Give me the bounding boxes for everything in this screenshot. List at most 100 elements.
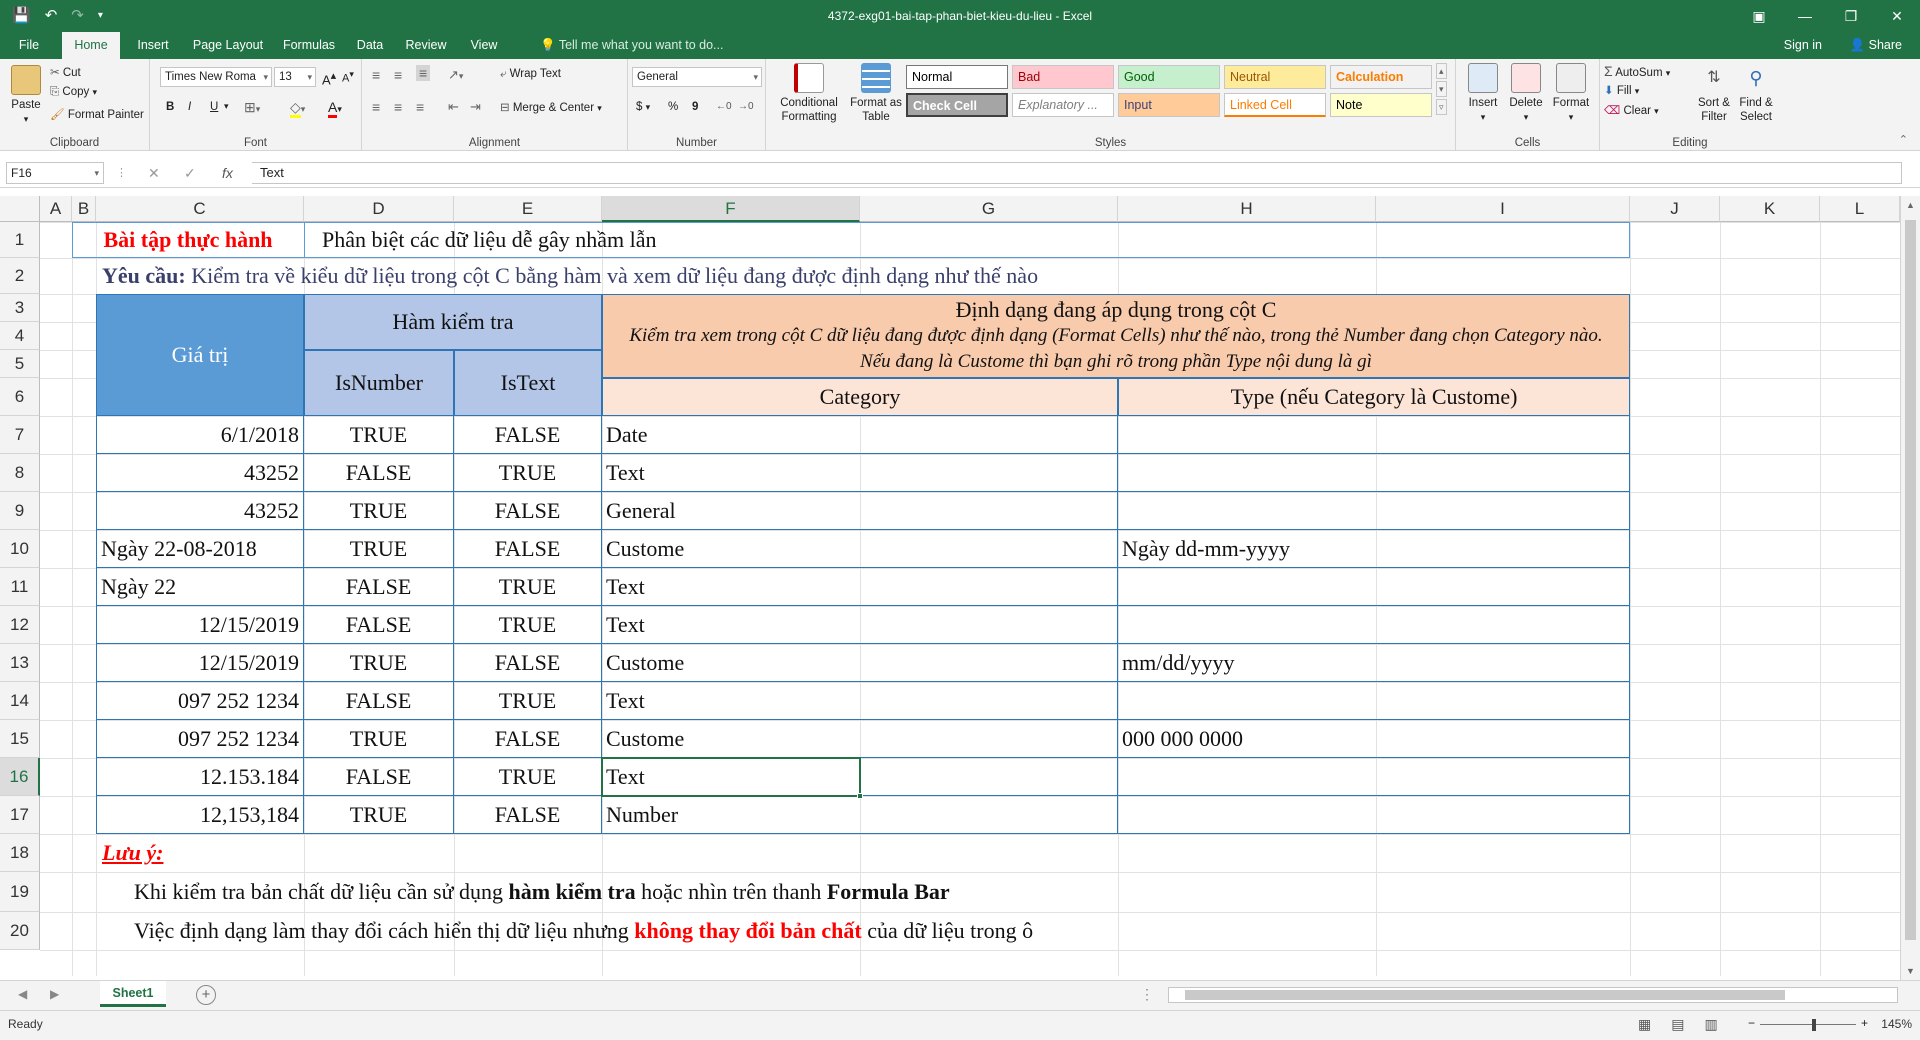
cut-button[interactable]: ✂ Cut [50,65,81,79]
zoom-in-icon[interactable]: + [1861,1016,1868,1030]
sheet-tab-sheet1[interactable]: Sheet1 [100,981,166,1007]
header-format[interactable]: Định dạng đang áp dụng trong cột C Kiểm t… [602,294,1630,378]
requirement-cell[interactable]: Yêu cầu: Kiểm tra về kiểu dữ liệu trong … [96,258,1630,294]
scroll-up-icon[interactable]: ▲ [1906,200,1915,210]
category-cell[interactable]: Number [602,796,1118,834]
column-header-j[interactable]: J [1630,196,1720,222]
name-box[interactable]: F16 ▾ [6,162,104,184]
next-sheet-icon[interactable]: ▶ [50,987,59,1001]
type-cell[interactable] [1118,758,1630,796]
cell-style-note[interactable]: Note [1330,93,1432,117]
category-cell[interactable]: Text [602,568,1118,606]
column-header-e[interactable]: E [454,196,602,222]
type-cell[interactable] [1118,606,1630,644]
zoom-knob[interactable] [1812,1019,1816,1031]
isnumber-cell[interactable]: TRUE [304,416,454,454]
zoom-level[interactable]: 145% [1881,1011,1912,1037]
clear-button[interactable]: ⌫ Clear ▾ [1604,103,1659,117]
type-cell[interactable] [1118,796,1630,834]
tab-data[interactable]: Data [352,32,388,59]
font-size-box[interactable]: 13 ▾ [274,67,316,87]
cell-style-explanatory[interactable]: Explanatory ... [1012,93,1114,117]
tab-page-layout[interactable]: Page Layout [190,32,266,59]
isnumber-cell[interactable]: TRUE [304,720,454,758]
isnumber-cell[interactable]: FALSE [304,758,454,796]
increase-indent-icon[interactable]: ⇥ [470,99,481,115]
cell-style-good[interactable]: Good [1118,65,1220,89]
isnumber-cell[interactable]: FALSE [304,606,454,644]
isnumber-cell[interactable]: TRUE [304,644,454,682]
cell-style-input[interactable]: Input [1118,93,1220,117]
subtitle-cell[interactable]: Phân biệt các dữ liệu dễ gây nhầm lẫn [304,222,1630,258]
percent-button[interactable]: % [668,101,678,113]
note-label-cell[interactable]: Lưu ý: [96,834,602,872]
istext-cell[interactable]: FALSE [454,530,602,568]
fill-handle[interactable] [857,793,863,799]
row-header-18[interactable]: 18 [0,834,40,872]
delete-cells-button[interactable]: Delete ▾ [1506,63,1546,124]
value-cell[interactable]: 12.153.184 [96,758,304,796]
isnumber-cell[interactable]: FALSE [304,568,454,606]
cell-style-bad[interactable]: Bad [1012,65,1114,89]
align-left-icon[interactable]: ≡ [372,99,380,115]
page-break-view-icon[interactable]: ▥ [1704,1016,1717,1033]
column-header-c[interactable]: C [96,196,304,222]
row-header-14[interactable]: 14 [0,682,40,720]
cell-style-neutral[interactable]: Neutral [1224,65,1326,89]
worksheet-grid[interactable]: ABCDEFGHIJKL 1 2 3 4 5 6 7 8 9 10 11 12 13 14 15 16 17 18… [0,196,1900,976]
currency-button[interactable]: $ ▾ [636,101,650,113]
decrease-indent-icon[interactable]: ⇤ [448,99,459,115]
autosum-button[interactable]: Σ AutoSum ▾ [1604,63,1670,79]
tab-view[interactable]: View [464,32,504,59]
header-func[interactable]: Hàm kiểm tra [304,294,602,350]
fill-button[interactable]: ⬇ Fill ▾ [1604,83,1639,97]
decrease-decimal-icon[interactable]: →0 [738,101,754,112]
tab-file[interactable]: File [14,32,44,59]
category-cell[interactable]: Text [602,454,1118,492]
align-right-icon[interactable]: ≡ [416,99,424,115]
column-header-a[interactable]: A [40,196,72,222]
category-cell[interactable]: Custome [602,720,1118,758]
gallery-scroll-down-icon[interactable]: ▾ [1436,81,1447,97]
column-header-h[interactable]: H [1118,196,1376,222]
row-header-3[interactable]: 3 [0,294,40,322]
row-header-2[interactable]: 2 [0,258,40,294]
value-cell[interactable]: 12,153,184 [96,796,304,834]
value-cell[interactable]: 097 252 1234 [96,682,304,720]
row-header-19[interactable]: 19 [0,872,40,912]
value-cell[interactable]: 097 252 1234 [96,720,304,758]
wrap-text-button[interactable]: ⤶ Wrap Text [500,68,561,81]
row-header-4[interactable]: 4 [0,322,40,350]
column-header-d[interactable]: D [304,196,454,222]
column-header-g[interactable]: G [860,196,1118,222]
type-cell[interactable] [1118,682,1630,720]
cell-style-calculation[interactable]: Calculation [1330,65,1432,89]
type-cell[interactable]: 000 000 0000 [1118,720,1630,758]
insert-cells-button[interactable]: Insert ▾ [1464,63,1502,124]
horizontal-scroll-thumb[interactable] [1185,990,1785,1000]
note2-cell[interactable]: Việc định dạng làm thay đổi cách hiển th… [96,912,1820,950]
istext-cell[interactable]: FALSE [454,720,602,758]
istext-cell[interactable]: FALSE [454,796,602,834]
header-value[interactable]: Giá trị [96,294,304,416]
number-format-box[interactable]: General ▾ [632,67,762,87]
type-cell[interactable] [1118,492,1630,530]
shrink-font-icon[interactable]: A▾ [342,69,354,85]
category-cell[interactable]: Date [602,416,1118,454]
header-type[interactable]: Type (nếu Category là Custome) [1118,378,1630,416]
gallery-more-icon[interactable]: ▿ [1436,99,1447,115]
title-cell[interactable]: Bài tập thực hành [72,222,304,258]
prev-sheet-icon[interactable]: ◀ [18,987,27,1001]
tab-review[interactable]: Review [400,32,452,59]
grow-font-icon[interactable]: A▴ [322,69,336,87]
find-select-button[interactable]: ⚲ Find & Select [1736,63,1776,124]
value-cell[interactable]: Ngày 22 [96,568,304,606]
format-as-table-button[interactable]: Format as Table [848,63,904,124]
tab-home[interactable]: Home [62,32,120,59]
category-cell[interactable]: Custome [602,530,1118,568]
font-name-box[interactable]: Times New Roma ▾ [160,67,272,87]
underline-button[interactable]: U [210,101,218,113]
row-header-17[interactable]: 17 [0,796,40,834]
bold-button[interactable]: B [166,101,174,113]
column-header-b[interactable]: B [72,196,96,222]
